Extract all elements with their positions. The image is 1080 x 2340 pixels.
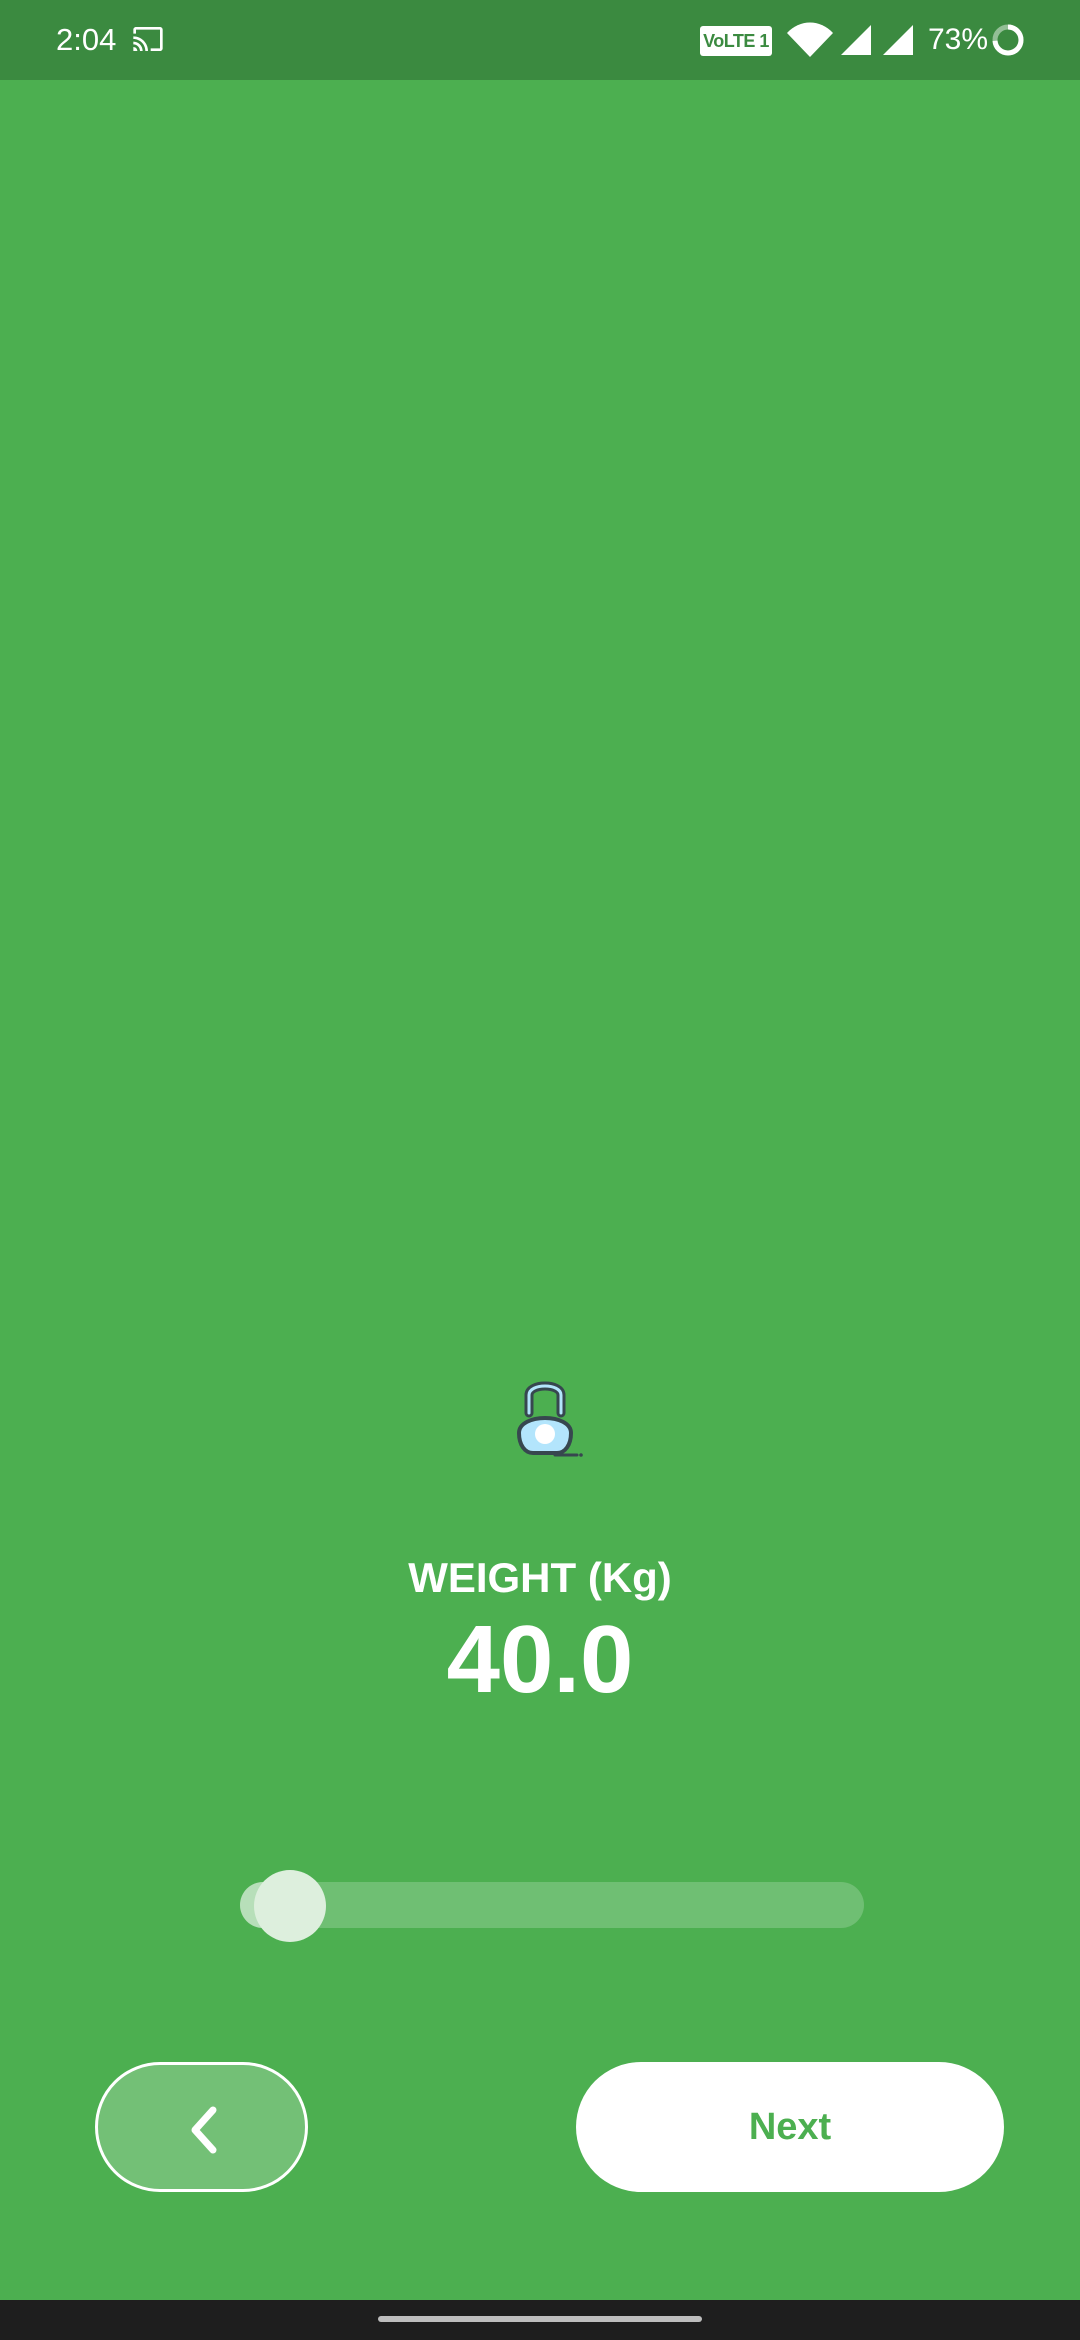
status-time: 2:04 [56, 22, 117, 57]
kettlebell-icon [516, 1381, 583, 1457]
weight-value: 40.0 [446, 1606, 634, 1713]
weight-label: WEIGHT (Kg) [408, 1554, 672, 1601]
next-button[interactable]: Next [576, 2062, 1004, 2192]
volte-icon: VoLTE 1 [700, 26, 772, 56]
chevron-left-icon [191, 2106, 217, 2154]
signal-icon [841, 25, 871, 55]
navigation-bar [0, 2300, 1080, 2340]
home-indicator[interactable] [378, 2316, 702, 2322]
slider-thumb[interactable] [253, 1870, 326, 1942]
cast-icon [133, 27, 163, 51]
back-button[interactable] [95, 2062, 308, 2192]
wifi-icon [787, 22, 833, 57]
slider-track[interactable] [240, 1882, 864, 1928]
weight-slider[interactable] [240, 1870, 864, 1942]
battery-percent: 73% [928, 23, 989, 56]
battery-icon [992, 24, 1024, 56]
status-bar: 2:04 VoLTE 1 73% [0, 0, 1080, 80]
signal-icon [883, 25, 913, 55]
